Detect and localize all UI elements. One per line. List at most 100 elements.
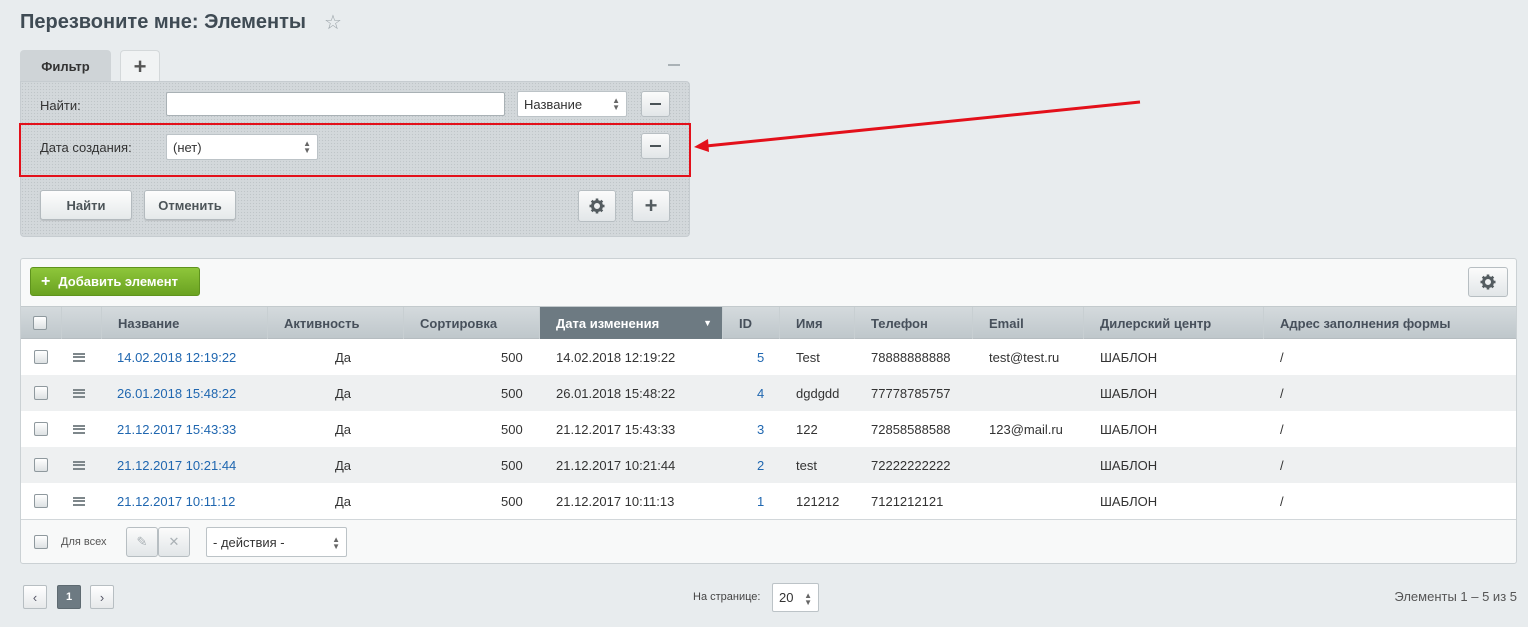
select-all-checkbox[interactable] xyxy=(33,316,47,330)
gear-icon xyxy=(1480,274,1496,290)
row-active: Да xyxy=(335,493,352,509)
chevron-right-icon: › xyxy=(99,589,105,605)
for-all-checkbox[interactable] xyxy=(34,535,48,549)
row-email: 123@mail.ru xyxy=(989,421,1063,437)
row-dealer: ШАБЛОН xyxy=(1100,421,1158,437)
row-id[interactable]: 5 xyxy=(757,339,764,375)
row-active: Да xyxy=(335,457,352,473)
edit-selected-button[interactable]: ✎ xyxy=(126,527,158,557)
hamburger-icon[interactable] xyxy=(73,352,85,362)
row-sort: 500 xyxy=(501,493,523,509)
actions-select-value: - действия - xyxy=(213,534,285,550)
plus-icon: + xyxy=(644,193,658,218)
row-id[interactable]: 3 xyxy=(757,411,764,447)
row-active: Да xyxy=(335,349,352,365)
hamburger-icon[interactable] xyxy=(73,424,85,434)
elements-grid: + Добавить элемент Название Активность С… xyxy=(20,258,1517,564)
per-page-select[interactable]: 20 ▲ ▼ xyxy=(772,583,819,612)
row-name-link[interactable]: 21.12.2017 10:11:12 xyxy=(117,483,235,519)
row-checkbox[interactable] xyxy=(34,494,48,508)
row-checkbox[interactable] xyxy=(34,350,48,364)
per-page-label: На странице: xyxy=(693,591,761,603)
hamburger-icon[interactable] xyxy=(73,460,85,470)
select-all-cell xyxy=(21,307,62,339)
hamburger-icon[interactable] xyxy=(73,388,85,398)
col-modified[interactable]: Дата изменения ▼ xyxy=(540,307,723,339)
row-checkbox[interactable] xyxy=(34,422,48,436)
row-email: test@test.ru xyxy=(989,349,1060,365)
plus-icon: + xyxy=(41,272,51,290)
table-row[interactable]: 21.12.2017 10:11:12 Да 500 21.12.2017 10… xyxy=(21,483,1516,519)
row-name-link[interactable]: 21.12.2017 15:43:33 xyxy=(117,411,236,447)
row-select-cell xyxy=(34,447,48,483)
find-input[interactable] xyxy=(166,92,505,116)
col-name[interactable]: Название xyxy=(102,307,268,339)
row-id[interactable]: 2 xyxy=(757,447,764,483)
table-row[interactable]: 21.12.2017 15:43:33 Да 500 21.12.2017 15… xyxy=(21,411,1516,447)
tab-filter[interactable]: Фильтр xyxy=(20,50,111,82)
remove-find-field-button[interactable] xyxy=(641,91,670,117)
group-actions-bar: Для всех ✎ ✕ - действия - ▲ ▼ xyxy=(21,519,1516,564)
hamburger-icon[interactable] xyxy=(73,496,85,506)
add-element-label: Добавить элемент xyxy=(58,274,178,289)
col-person[interactable]: Имя xyxy=(780,307,855,339)
row-checkbox[interactable] xyxy=(34,458,48,472)
add-filter-field-button[interactable]: + xyxy=(632,190,670,222)
col-active[interactable]: Активность xyxy=(268,307,404,339)
table-row[interactable]: 14.02.2018 12:19:22 Да 500 14.02.2018 12… xyxy=(21,339,1516,375)
add-element-button[interactable]: + Добавить элемент xyxy=(30,267,200,296)
minimize-filter-icon[interactable] xyxy=(668,64,680,66)
table-row[interactable]: 21.12.2017 10:21:44 Да 500 21.12.2017 10… xyxy=(21,447,1516,483)
col-sort[interactable]: Сортировка xyxy=(404,307,540,339)
highlight-box xyxy=(19,123,691,177)
col-id[interactable]: ID xyxy=(723,307,780,339)
add-filter-tab-button[interactable]: + xyxy=(120,50,160,82)
row-id[interactable]: 1 xyxy=(757,483,764,519)
find-field-select[interactable]: Название ▲ ▼ xyxy=(517,91,627,117)
sort-desc-icon: ▼ xyxy=(703,318,712,328)
col-address[interactable]: Адрес заполнения формы xyxy=(1264,307,1516,339)
row-dealer: ШАБЛОН xyxy=(1100,385,1158,401)
select-arrows-icon: ▲ ▼ xyxy=(804,591,812,607)
row-name-link[interactable]: 21.12.2017 10:21:44 xyxy=(117,447,236,483)
find-button[interactable]: Найти xyxy=(40,190,132,220)
row-menu-cell xyxy=(73,483,85,519)
row-name-link[interactable]: 26.01.2018 15:48:22 xyxy=(117,375,236,411)
prev-page-button[interactable]: ‹ xyxy=(23,585,47,609)
cancel-button[interactable]: Отменить xyxy=(144,190,236,220)
filter-settings-button[interactable] xyxy=(578,190,616,222)
row-active: Да xyxy=(335,385,352,401)
per-page-value: 20 xyxy=(779,590,794,605)
select-arrows-icon: ▲ ▼ xyxy=(612,96,620,112)
grid-settings-button[interactable] xyxy=(1468,267,1508,297)
table-row[interactable]: 26.01.2018 15:48:22 Да 500 26.01.2018 15… xyxy=(21,375,1516,411)
row-phone: 77778785757 xyxy=(871,385,951,401)
delete-selected-button[interactable]: ✕ xyxy=(158,527,190,557)
close-icon: ✕ xyxy=(168,534,180,549)
row-menu-cell xyxy=(73,411,85,447)
row-menu-cell xyxy=(73,375,85,411)
gear-icon xyxy=(589,198,605,214)
actions-select[interactable]: - действия - ▲ ▼ xyxy=(206,527,347,557)
page-1-button[interactable]: 1 xyxy=(57,585,81,609)
row-select-cell xyxy=(34,483,48,519)
row-address: / xyxy=(1280,457,1284,473)
row-select-cell xyxy=(34,339,48,375)
page-title: Перезвоните мне: Элементы ☆ xyxy=(20,10,342,35)
row-modified: 21.12.2017 10:21:44 xyxy=(556,457,676,473)
row-name-link[interactable]: 14.02.2018 12:19:22 xyxy=(117,339,236,375)
annotation-arrow xyxy=(694,100,1141,152)
row-person: test xyxy=(796,457,817,473)
col-phone[interactable]: Телефон xyxy=(855,307,973,339)
row-phone: 72858588588 xyxy=(871,421,951,437)
row-menu-cell xyxy=(73,447,85,483)
row-modified: 14.02.2018 12:19:22 xyxy=(556,349,676,365)
row-modified: 26.01.2018 15:48:22 xyxy=(556,385,676,401)
star-icon[interactable]: ☆ xyxy=(324,10,342,35)
plus-icon: + xyxy=(133,53,147,79)
col-dealer[interactable]: Дилерский центр xyxy=(1084,307,1264,339)
row-checkbox[interactable] xyxy=(34,386,48,400)
next-page-button[interactable]: › xyxy=(90,585,114,609)
row-id[interactable]: 4 xyxy=(757,375,764,411)
col-email[interactable]: Email xyxy=(973,307,1084,339)
